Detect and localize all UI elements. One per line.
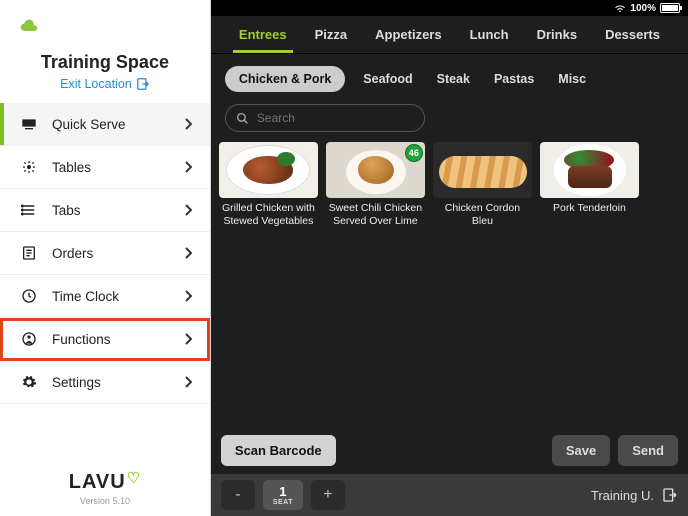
sidebar-item-orders[interactable]: Orders bbox=[0, 232, 210, 275]
sidebar-item-tables[interactable]: Tables bbox=[0, 146, 210, 189]
user-label: Training U. bbox=[591, 488, 654, 503]
tab-lunch[interactable]: Lunch bbox=[456, 16, 523, 53]
exit-location-link[interactable]: Exit Location bbox=[60, 77, 150, 91]
clock-icon bbox=[20, 287, 38, 305]
orders-icon bbox=[20, 244, 38, 262]
subtab-chicken-pork[interactable]: Chicken & Pork bbox=[225, 66, 345, 92]
functions-icon bbox=[20, 330, 38, 348]
save-button[interactable]: Save bbox=[552, 435, 610, 466]
logout-icon bbox=[662, 487, 678, 503]
tab-desserts[interactable]: Desserts bbox=[591, 16, 674, 53]
chevron-right-icon bbox=[184, 204, 192, 216]
page-title: Training Space bbox=[0, 52, 210, 73]
menu-item-image bbox=[433, 142, 532, 198]
menu-item-label: Grilled Chicken with Stewed Vegetables bbox=[219, 202, 318, 228]
sidebar-item-time-clock[interactable]: Time Clock bbox=[0, 275, 210, 318]
version-label: Version 5.10 bbox=[0, 496, 210, 506]
scan-barcode-button[interactable]: Scan Barcode bbox=[221, 435, 336, 466]
menu-items-grid: Grilled Chicken with Stewed Vegetables 4… bbox=[211, 142, 688, 228]
subtab-steak[interactable]: Steak bbox=[431, 68, 476, 90]
heart-icon: ♡ bbox=[127, 469, 141, 487]
lavu-cloud-icon bbox=[20, 18, 38, 32]
subtab-pastas[interactable]: Pastas bbox=[488, 68, 540, 90]
seat-increment-button[interactable]: + bbox=[311, 480, 345, 510]
menu-item[interactable]: Pork Tenderloin bbox=[540, 142, 639, 228]
tabs-icon bbox=[20, 201, 38, 219]
sidebar-item-label: Tables bbox=[52, 160, 184, 175]
chevron-right-icon bbox=[184, 376, 192, 388]
current-user-button[interactable]: Training U. bbox=[591, 487, 678, 503]
sidebar-item-quick-serve[interactable]: Quick Serve bbox=[0, 103, 210, 146]
search-icon bbox=[236, 112, 249, 125]
menu-item-image bbox=[219, 142, 318, 198]
sidebar-item-label: Settings bbox=[52, 375, 184, 390]
gear-icon bbox=[20, 373, 38, 391]
subtab-seafood[interactable]: Seafood bbox=[357, 68, 418, 90]
tab-appetizers[interactable]: Appetizers bbox=[361, 16, 455, 53]
sidebar-item-label: Quick Serve bbox=[52, 117, 184, 132]
battery-icon bbox=[660, 3, 680, 13]
menu-item-image bbox=[540, 142, 639, 198]
menu-item-label: Sweet Chili Chicken Served Over Lime bbox=[326, 202, 425, 228]
menu-item-label: Chicken Cordon Bleu bbox=[433, 202, 532, 228]
menu-item[interactable]: Grilled Chicken with Stewed Vegetables bbox=[219, 142, 318, 228]
subtab-misc[interactable]: Misc bbox=[552, 68, 592, 90]
tab-pizza[interactable]: Pizza bbox=[301, 16, 362, 53]
quick-serve-icon bbox=[20, 115, 38, 133]
seat-decrement-button[interactable]: - bbox=[221, 480, 255, 510]
menu-item[interactable]: Chicken Cordon Bleu bbox=[433, 142, 532, 228]
tables-icon bbox=[20, 158, 38, 176]
battery-percentage: 100% bbox=[630, 3, 656, 14]
sidebar-item-label: Tabs bbox=[52, 203, 184, 218]
menu-item[interactable]: 46 Sweet Chili Chicken Served Over Lime bbox=[326, 142, 425, 228]
tab-entrees[interactable]: Entrees bbox=[225, 16, 301, 53]
chevron-right-icon bbox=[184, 247, 192, 259]
sidebar-item-functions[interactable]: Functions bbox=[0, 318, 210, 361]
seat-count[interactable]: 1 SEAT bbox=[263, 480, 303, 510]
search-field[interactable] bbox=[257, 111, 414, 125]
chevron-right-icon bbox=[184, 290, 192, 302]
wifi-icon bbox=[614, 4, 626, 13]
tab-drinks[interactable]: Drinks bbox=[523, 16, 591, 53]
send-button[interactable]: Send bbox=[618, 435, 678, 466]
lavu-logo: LAVU♡ bbox=[69, 471, 141, 494]
menu-item-image: 46 bbox=[326, 142, 425, 198]
sidebar-item-label: Orders bbox=[52, 246, 184, 261]
category-tabs: Entrees Pizza Appetizers Lunch Drinks De… bbox=[211, 16, 688, 54]
status-bar: 100% bbox=[211, 0, 688, 16]
chevron-right-icon bbox=[184, 333, 192, 345]
chevron-right-icon bbox=[184, 118, 192, 130]
subcategory-tabs: Chicken & Pork Seafood Steak Pastas Misc bbox=[211, 54, 688, 98]
sidebar-item-label: Functions bbox=[52, 332, 184, 347]
chevron-right-icon bbox=[184, 161, 192, 173]
sidebar-item-label: Time Clock bbox=[52, 289, 184, 304]
menu-item-label: Pork Tenderloin bbox=[540, 202, 639, 228]
exit-icon bbox=[136, 77, 150, 91]
quantity-badge: 46 bbox=[405, 144, 423, 162]
sidebar-item-tabs[interactable]: Tabs bbox=[0, 189, 210, 232]
sidebar-item-settings[interactable]: Settings bbox=[0, 361, 210, 404]
search-input[interactable] bbox=[225, 104, 425, 132]
